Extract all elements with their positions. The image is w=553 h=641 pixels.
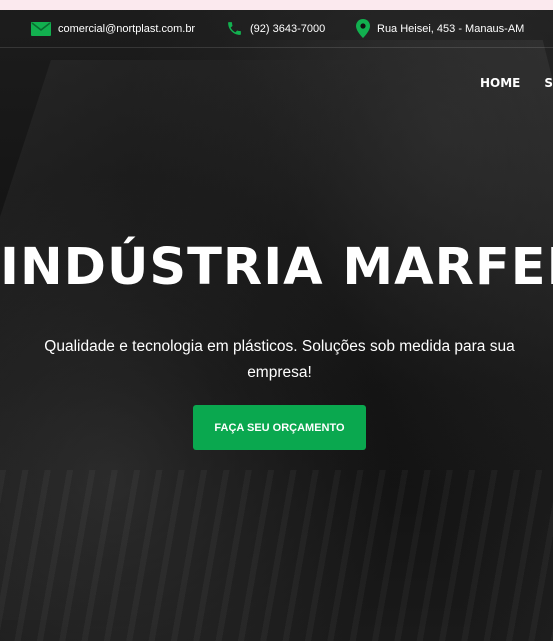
contact-address: Rua Heisei, 453 - Manaus-AM: [356, 10, 524, 47]
background-ribs: [0, 470, 553, 641]
contact-bar: comercial@nortplast.com.br (92) 3643-700…: [0, 10, 553, 48]
contact-phone[interactable]: (92) 3643-7000: [226, 10, 325, 47]
quote-button[interactable]: FAÇA SEU ORÇAMENTO: [193, 405, 366, 450]
nav-item-sobre[interactable]: SO: [544, 76, 553, 90]
top-strip: [0, 0, 553, 10]
mail-icon: [31, 21, 51, 36]
phone-text[interactable]: (92) 3643-7000: [250, 23, 325, 35]
email-text[interactable]: comercial@nortplast.com.br: [58, 23, 195, 35]
map-pin-icon: [356, 19, 370, 38]
address-text: Rua Heisei, 453 - Manaus-AM: [377, 22, 525, 35]
hero-page: comercial@nortplast.com.br (92) 3643-700…: [0, 0, 553, 641]
contact-email[interactable]: comercial@nortplast.com.br: [31, 10, 195, 47]
hero-title: INDÚSTRIA MARFEL: [0, 238, 553, 297]
hero-subtitle: Qualidade e tecnologia em plásticos. Sol…: [44, 338, 515, 381]
main-nav: HOME SO: [480, 76, 553, 90]
nav-item-home[interactable]: HOME: [480, 76, 520, 90]
phone-icon: [226, 20, 243, 37]
